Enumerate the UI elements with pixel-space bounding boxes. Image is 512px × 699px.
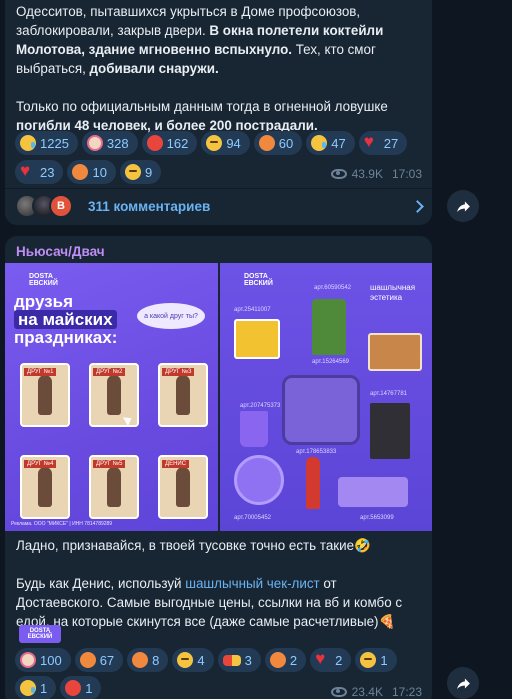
media-album: DOSTA ЕВСКИЙ друзья на майских праздника…	[5, 263, 432, 531]
reaction-thumbs-up[interactable]: 60	[253, 131, 303, 155]
reaction-thumbs-up[interactable]: 2	[264, 648, 307, 672]
friend-card: ДЕНИС	[158, 455, 208, 519]
reaction-middle-finger[interactable]: 67	[74, 648, 124, 672]
middle-finger-icon	[72, 164, 89, 180]
promo-headline: друзья на майских праздниках:	[14, 292, 118, 347]
reaction-pill[interactable]: 3	[217, 648, 261, 672]
friend-card: ДРУГ №4	[20, 455, 70, 519]
reaction-broken-heart[interactable]: 27	[358, 131, 408, 155]
share-arrow-icon	[456, 678, 470, 689]
thumbs-down-icon	[132, 652, 149, 668]
thumbs-up-icon	[258, 135, 275, 151]
message-bubble-post-1: Одесситов, пытавшихся укрыться в Доме пр…	[5, 0, 432, 225]
friend-card: ДРУГ №5	[89, 455, 139, 519]
reaction-angry[interactable]: 162	[141, 131, 198, 155]
post-meta: 23.4K 17:23	[330, 685, 422, 699]
share-button[interactable]	[447, 190, 479, 222]
promo-image-friends[interactable]: DOSTA ЕВСКИЙ друзья на майских праздника…	[5, 263, 218, 531]
angry-face-icon	[65, 680, 82, 696]
grinning-face-icon	[206, 135, 223, 151]
thumbs-up-icon	[269, 652, 286, 668]
reactions-row: 23 10 9	[15, 160, 162, 184]
chevron-right-icon	[411, 199, 424, 213]
share-button[interactable]	[447, 667, 479, 699]
views-eye-icon	[330, 687, 347, 697]
product-grill-box	[234, 319, 280, 359]
product-charcoal-bag	[312, 299, 346, 355]
post-meta: 43.9K 17:03	[330, 167, 422, 181]
post-2-text: Ладно, признавайся, в твоей тусовке точн…	[16, 538, 403, 629]
post-1-text: Одесситов, пытавшихся укрыться в Доме пр…	[16, 4, 388, 133]
product-towel	[338, 477, 408, 507]
reaction-crying[interactable]: 1225	[15, 131, 78, 155]
product-spray	[306, 457, 320, 509]
views-count: 43.9K	[351, 167, 383, 181]
reactions-row: 1225 328 162 94 60 47 27	[15, 131, 408, 155]
comments-bar[interactable]: В 311 комментариев	[15, 190, 424, 222]
grinning-face-icon	[360, 652, 377, 668]
product-cooler-bag	[282, 375, 360, 445]
product-grill	[370, 403, 410, 459]
reaction-heart[interactable]: 2	[310, 648, 352, 672]
reactions-row: 1 1	[15, 676, 102, 699]
speech-bubble: а какой друг ты?	[137, 303, 205, 329]
reaction-crying-2[interactable]: 47	[306, 131, 355, 155]
commenter-avatars: В	[15, 194, 73, 218]
ad-disclaimer: Реклама. ООО "МИКСЕ" | ИНН 7814789289	[11, 521, 113, 527]
neutral-face-icon	[124, 164, 141, 180]
middle-finger-icon	[79, 652, 96, 668]
share-arrow-icon	[456, 201, 470, 212]
red-heart-icon	[20, 161, 36, 181]
product-cup	[240, 411, 268, 447]
views-count: 23.4K	[351, 685, 383, 699]
reaction-middle-finger[interactable]: 10	[67, 160, 116, 184]
avatar: В	[49, 194, 73, 218]
clown-face-icon	[20, 652, 36, 668]
neutral-face-icon	[177, 652, 194, 668]
checklist-link[interactable]: шашлычный чек-лист	[185, 576, 319, 591]
product-food-combo	[368, 333, 422, 371]
sender-name[interactable]: Ньюсач/Двач	[16, 244, 105, 259]
bbq-title: шашлычная эстетика	[370, 283, 416, 302]
product-plate	[234, 455, 284, 505]
reaction-angry[interactable]: 1	[60, 676, 102, 699]
divider	[5, 188, 432, 189]
promo-image-bbq[interactable]: DOSTA ЕВСКИЙ шашлычная эстетика арт.2541…	[220, 263, 432, 531]
broken-heart-icon	[364, 132, 380, 152]
reaction-rofl[interactable]: 1	[15, 676, 57, 699]
clown-face-icon	[86, 135, 103, 151]
friend-card: ДРУГ №3	[158, 363, 208, 427]
reaction-thumbs-down[interactable]: 8	[127, 648, 169, 672]
reaction-grinning[interactable]: 1	[355, 648, 397, 672]
rofl-face-icon	[20, 680, 36, 696]
friend-card: ДРУГ №1	[20, 363, 70, 427]
post-time: 17:03	[391, 167, 422, 181]
reaction-grinning[interactable]: 94	[201, 131, 250, 155]
reaction-clown[interactable]: 100	[15, 648, 71, 672]
reaction-clown[interactable]: 328	[81, 131, 138, 155]
brand-logo: DOSTA ЕВСКИЙ	[244, 273, 273, 287]
brand-sticker: DOSTA ЕВСКИЙ	[19, 625, 61, 643]
message-bubble-post-2: Ньюсач/Двач DOSTA ЕВСКИЙ друзья на майск…	[5, 236, 432, 699]
brand-logo: DOSTA ЕВСКИЙ	[29, 273, 58, 287]
crying-face-icon	[311, 135, 328, 151]
pill-icon	[222, 654, 241, 666]
reaction-heart[interactable]: 23	[15, 160, 64, 184]
reactions-row: 100 67 8 4 3 2 2 1	[15, 648, 397, 672]
reaction-neutral[interactable]: 9	[119, 160, 162, 184]
post-time: 17:23	[391, 685, 422, 699]
views-eye-icon	[330, 169, 347, 179]
angry-face-icon	[146, 135, 163, 151]
reaction-neutral[interactable]: 4	[172, 648, 214, 672]
comments-label[interactable]: 311 комментариев	[88, 199, 210, 214]
red-heart-icon	[315, 649, 331, 669]
crying-face-icon	[20, 135, 36, 151]
